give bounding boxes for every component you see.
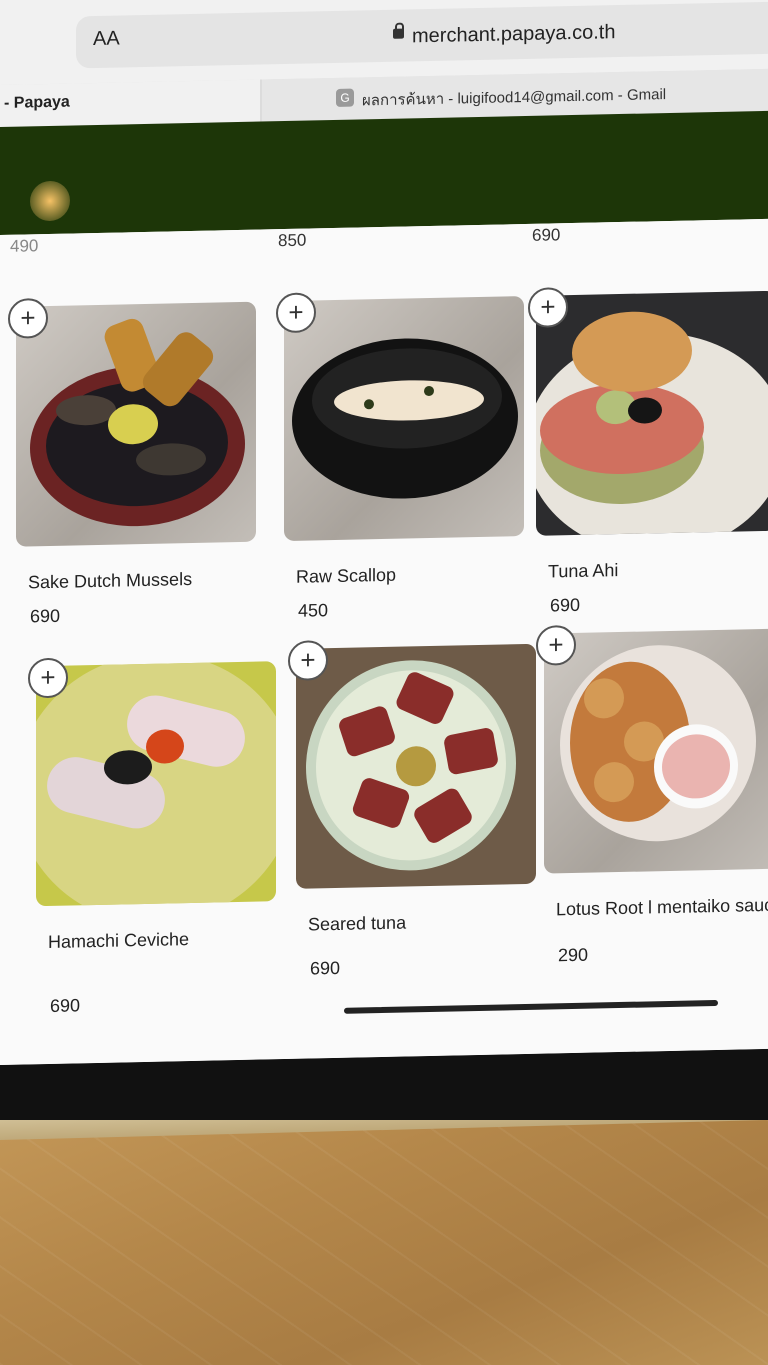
tab-label: ผลการค้นหา - luigifood14@gmail.com - Gma… <box>362 86 667 110</box>
food-image-scallop[interactable] <box>284 296 524 542</box>
food-image-lotus-root[interactable] <box>544 628 768 874</box>
item-name: Lotus Root l mentaiko sauce <box>556 894 768 920</box>
menu-item-card[interactable]: + Lotus Root l mentaiko sauce 290 <box>536 624 768 965</box>
food-image-tuna-ahi[interactable] <box>536 290 768 536</box>
menu-grid: 490 850 690 + Sake Dutch Mussels 690 + R… <box>0 218 768 1065</box>
item-price: 690 <box>310 957 341 979</box>
lock-icon <box>393 28 404 39</box>
tab-label: - Papaya <box>4 93 70 112</box>
menu-item-card[interactable]: + Seared tuna 690 <box>288 640 536 979</box>
menu-item-card[interactable]: + Tuna Ahi 690 <box>528 287 768 615</box>
item-name: Tuna Ahi <box>548 560 619 582</box>
menu-item-card[interactable]: + Hamachi Ceviche 690 <box>28 657 276 1016</box>
food-image-mussels[interactable] <box>16 301 256 547</box>
item-price: 690 <box>532 225 561 245</box>
text-size-button[interactable]: AA <box>93 27 120 51</box>
item-name: Seared tuna <box>308 912 407 935</box>
menu-item-card[interactable]: + Raw Scallop 450 <box>276 292 524 621</box>
light-glare <box>30 180 70 222</box>
item-name: Raw Scallop <box>296 564 397 587</box>
item-price: 450 <box>298 600 329 621</box>
home-indicator[interactable] <box>344 999 718 1014</box>
item-price: 850 <box>278 230 307 251</box>
item-name: Hamachi Ceviche <box>48 929 190 952</box>
item-price: 690 <box>30 605 61 627</box>
item-price: 290 <box>558 944 589 966</box>
tab-papaya[interactable]: - Papaya <box>0 79 260 127</box>
url-text[interactable]: merchant.papaya.co.th <box>412 21 615 48</box>
item-price: 690 <box>550 594 581 616</box>
item-price: 490 <box>10 236 39 256</box>
food-image-hamachi-ceviche[interactable] <box>36 661 276 907</box>
menu-item-card[interactable]: + Sake Dutch Mussels 690 <box>8 297 256 626</box>
item-price: 690 <box>50 995 81 1016</box>
tablet-screen: AA merchant.papaya.co.th - Papaya G ผลกา… <box>0 0 768 1065</box>
item-name: Sake Dutch Mussels <box>28 568 193 593</box>
google-icon: G <box>336 88 354 107</box>
food-image-seared-tuna[interactable] <box>296 643 536 889</box>
app-header <box>0 110 768 235</box>
